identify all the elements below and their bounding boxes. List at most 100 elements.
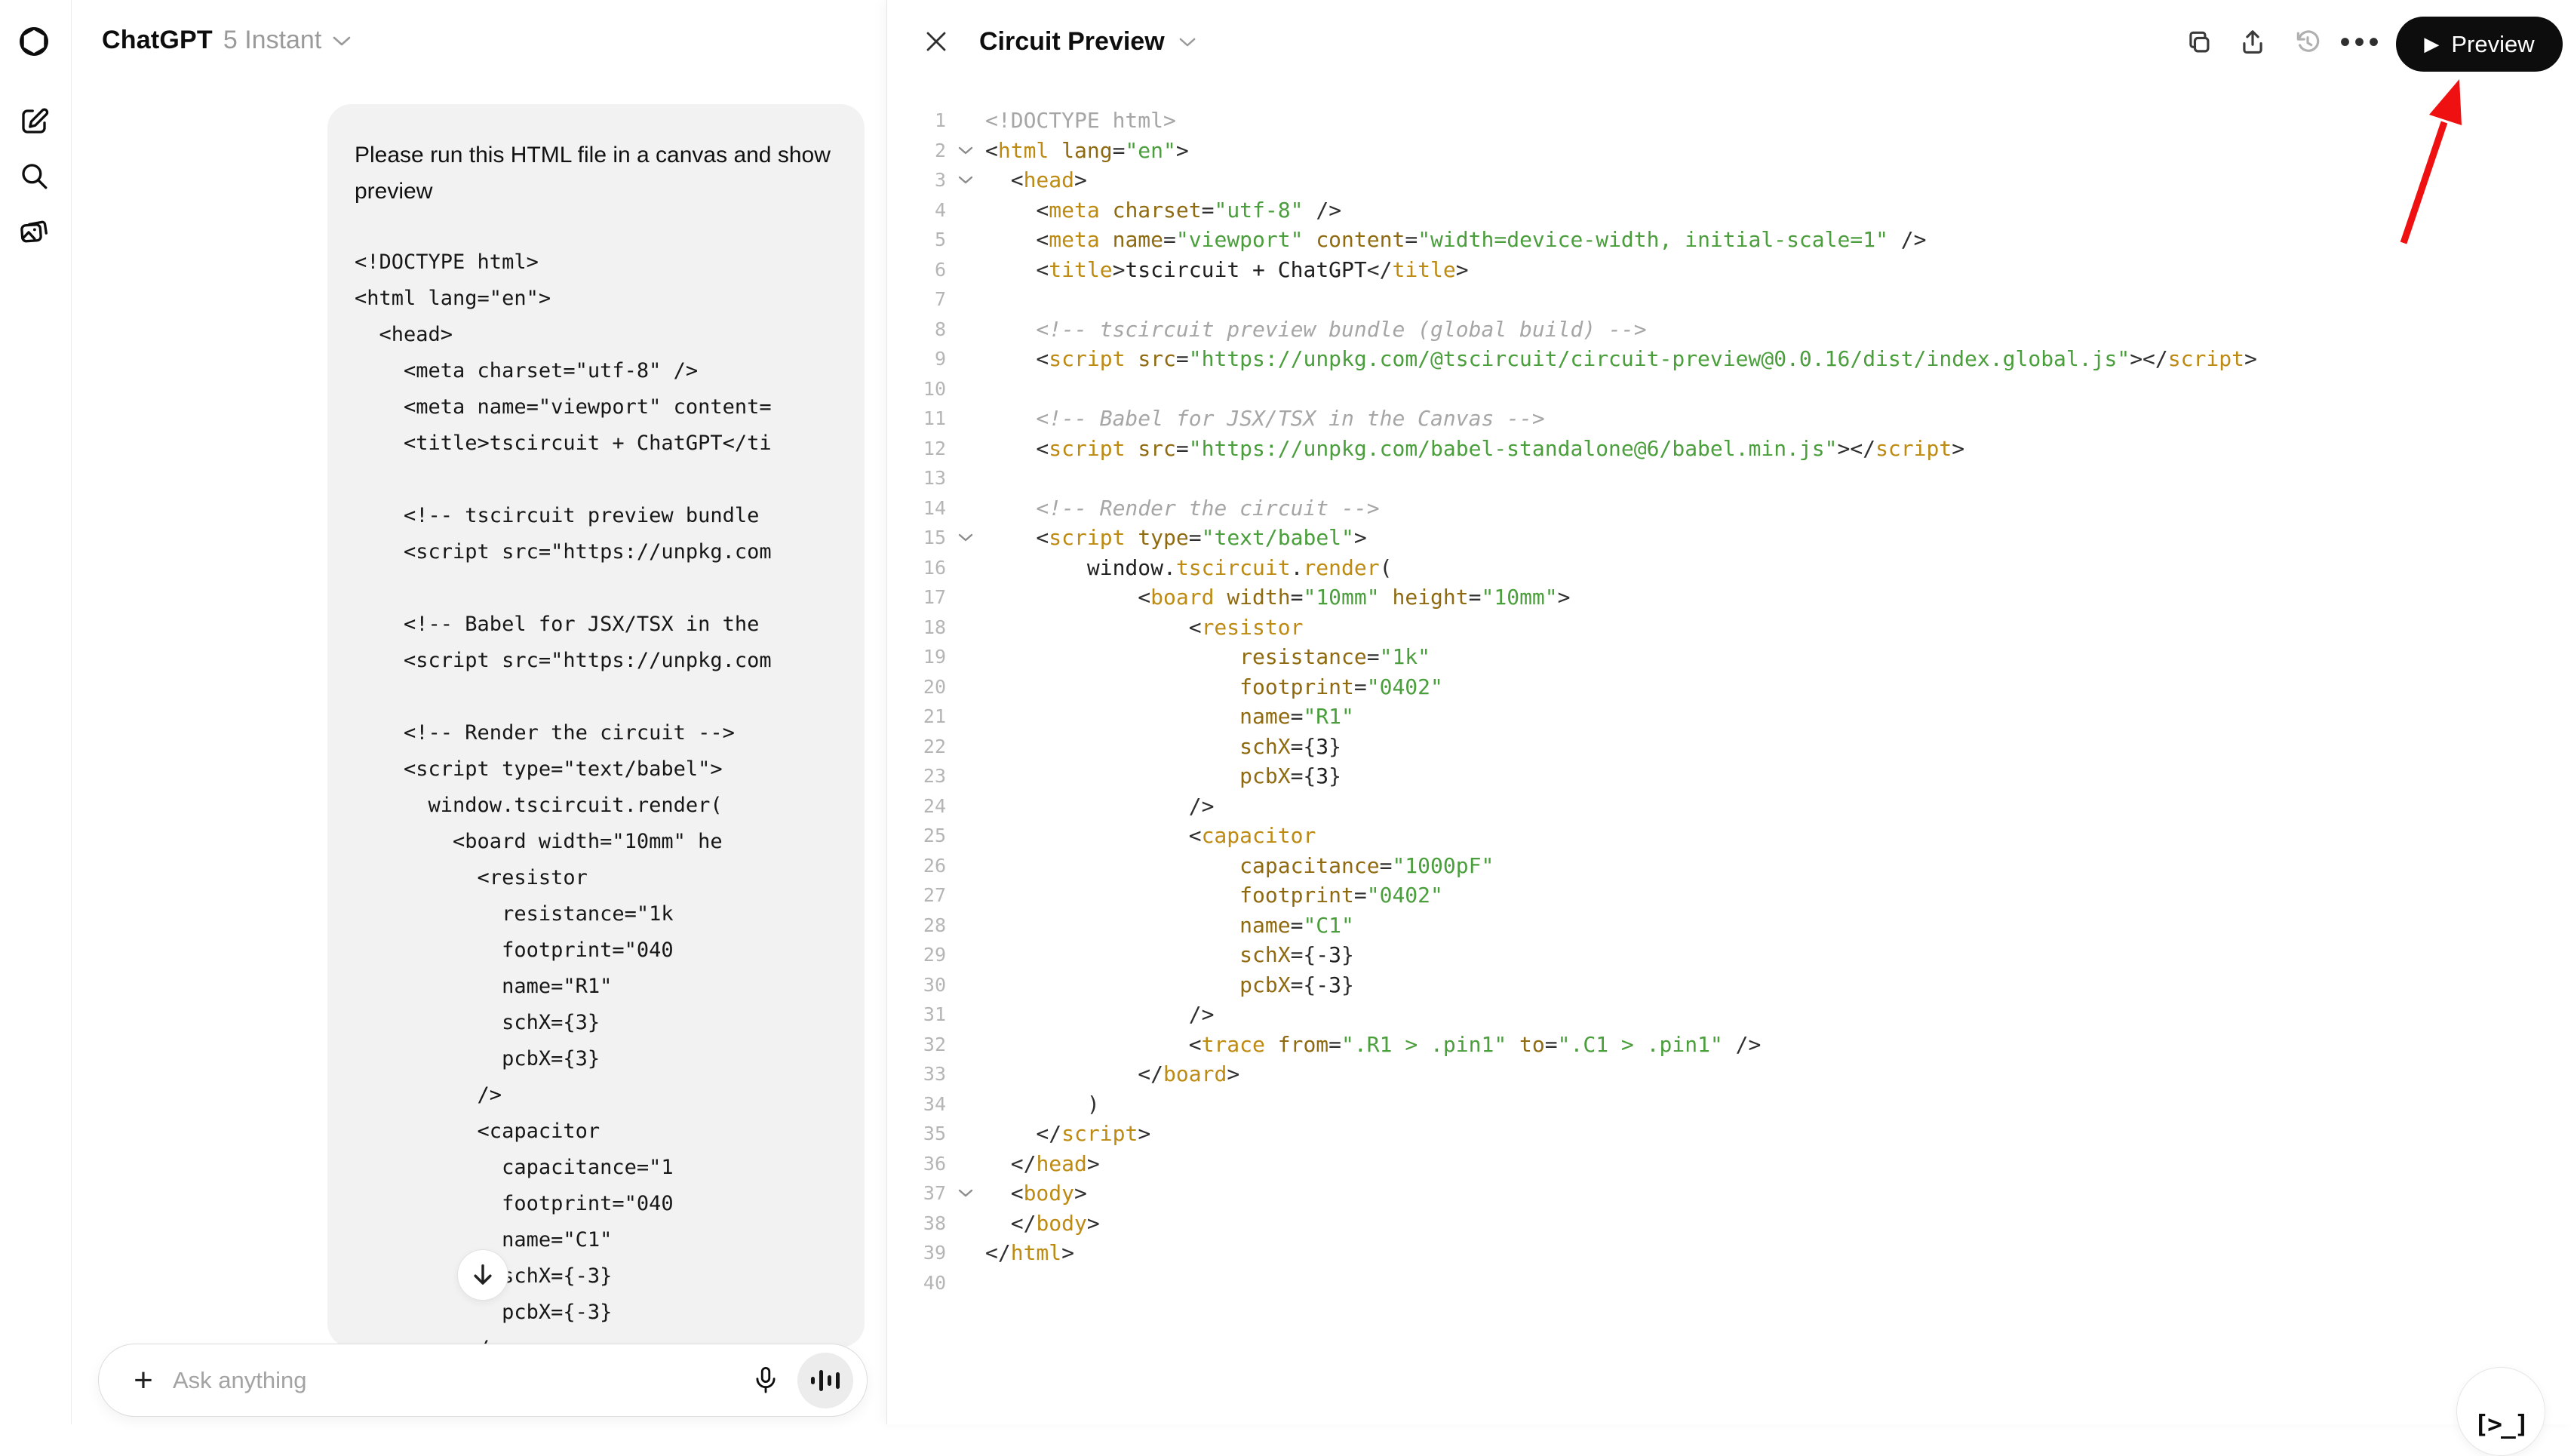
- editor-code-text: </head>: [985, 1151, 1100, 1176]
- fold-chevron-icon[interactable]: [946, 533, 985, 542]
- new-chat-icon[interactable]: [17, 104, 51, 139]
- line-number: 12: [887, 438, 946, 459]
- line-number: 5: [887, 229, 946, 250]
- editor-code-text: schX={3}: [985, 734, 1341, 759]
- editor-line: 19 resistance="1k": [887, 642, 2574, 672]
- user-code-line: pcbX={3}: [355, 1041, 837, 1077]
- search-icon[interactable]: [17, 158, 51, 193]
- openai-logo-icon[interactable]: [17, 24, 51, 59]
- editor-line: 27 footprint="0402": [887, 880, 2574, 911]
- editor-code-text: </script>: [985, 1121, 1150, 1146]
- user-code-line: <script type="text/babel">: [355, 751, 837, 788]
- editor-line: 17 <board width="10mm" height="10mm">: [887, 582, 2574, 613]
- editor-code-text: footprint="0402": [985, 883, 1443, 908]
- editor-line: 40: [887, 1268, 2574, 1298]
- editor-code-text: <board width="10mm" height="10mm">: [985, 585, 1571, 610]
- line-number: 31: [887, 1003, 946, 1025]
- user-code-line: [355, 462, 837, 498]
- terminal-console-button[interactable]: [>_]: [2456, 1367, 2545, 1456]
- fold-chevron-icon[interactable]: [946, 175, 985, 185]
- editor-line: 9 <script src="https://unpkg.com/@tscirc…: [887, 344, 2574, 374]
- version-history-button[interactable]: [2287, 21, 2329, 63]
- user-code-line: <title>tscircuit + ChatGPT</ti: [355, 425, 837, 462]
- line-number: 34: [887, 1093, 946, 1115]
- user-message-code: <!DOCTYPE html><html lang="en"> <head> <…: [355, 244, 837, 1347]
- upload-icon: [2238, 28, 2267, 57]
- scroll-to-bottom-button[interactable]: [457, 1249, 508, 1301]
- editor-line: 1<!DOCTYPE html>: [887, 106, 2574, 136]
- line-number: 2: [887, 140, 946, 161]
- line-number: 16: [887, 557, 946, 579]
- editor-code-text: </board>: [985, 1061, 1239, 1086]
- user-code-line: pcbX={-3}: [355, 1295, 837, 1331]
- editor-line: 21 name="R1": [887, 702, 2574, 732]
- editor-code-text: pcbX={-3}: [985, 972, 1354, 997]
- copy-code-button[interactable]: [2178, 21, 2220, 63]
- user-code-line: <capacitor: [355, 1114, 837, 1150]
- user-code-line: resistance="1k: [355, 896, 837, 932]
- editor-code-text: <script src="https://unpkg.com/@tscircui…: [985, 346, 2257, 371]
- user-code-line: capacitance="1: [355, 1150, 837, 1186]
- editor-line: 12 <script src="https://unpkg.com/babel-…: [887, 434, 2574, 464]
- editor-line: 23 pcbX={3}: [887, 761, 2574, 791]
- line-number: 3: [887, 169, 946, 191]
- line-number: 22: [887, 736, 946, 757]
- editor-code-text: resistance="1k": [985, 644, 1430, 669]
- line-number: 9: [887, 348, 946, 370]
- editor-line: 28 name="C1": [887, 911, 2574, 941]
- canvas-panel: Circuit Preview ••• ▶ Preview 1<!DOCT: [886, 0, 2574, 1424]
- editor-line: 3 <head>: [887, 165, 2574, 195]
- canvas-header: Circuit Preview ••• ▶ Preview: [887, 0, 2574, 84]
- attach-plus-icon[interactable]: +: [124, 1362, 162, 1399]
- user-code-line: footprint="040: [355, 932, 837, 969]
- preview-button[interactable]: ▶ Preview: [2396, 17, 2563, 72]
- fold-chevron-icon[interactable]: [946, 1188, 985, 1198]
- play-icon: ▶: [2424, 34, 2439, 54]
- canvas-menu-button[interactable]: •••: [2340, 21, 2382, 63]
- line-number: 7: [887, 288, 946, 310]
- editor-line: 38 </body>: [887, 1209, 2574, 1239]
- editor-line: 7: [887, 284, 2574, 315]
- user-code-line: <!DOCTYPE html>: [355, 244, 837, 281]
- fold-chevron-icon[interactable]: [946, 146, 985, 155]
- model-selector[interactable]: ChatGPT 5 Instant: [102, 26, 352, 55]
- user-code-line: schX={3}: [355, 1005, 837, 1041]
- line-number: 28: [887, 914, 946, 936]
- line-number: 20: [887, 676, 946, 698]
- line-number: 38: [887, 1212, 946, 1234]
- line-number: 21: [887, 705, 946, 727]
- user-code-line: <meta name="viewport" content=: [355, 389, 837, 425]
- editor-line: 35 </script>: [887, 1119, 2574, 1149]
- line-number: 32: [887, 1034, 946, 1055]
- editor-line: 25 <capacitor: [887, 821, 2574, 851]
- share-button[interactable]: [2232, 21, 2274, 63]
- left-rail: [0, 0, 72, 1424]
- line-number: 14: [887, 497, 946, 519]
- user-code-line: <script src="https://unpkg.com: [355, 534, 837, 570]
- editor-code-text: <meta name="viewport" content="width=dev…: [985, 227, 1927, 252]
- editor-code-text: ): [985, 1092, 1100, 1117]
- chevron-down-icon: [332, 35, 352, 47]
- editor-line: 18 <resistor: [887, 613, 2574, 643]
- chat-input[interactable]: [173, 1367, 745, 1394]
- library-icon[interactable]: [17, 214, 51, 249]
- editor-code-text: </html>: [985, 1240, 1074, 1265]
- editor-line: 6 <title>tscircuit + ChatGPT</title>: [887, 255, 2574, 285]
- canvas-title-dropdown[interactable]: Circuit Preview: [979, 20, 1196, 63]
- chat-panel: ChatGPT 5 Instant ••• Please run this HT…: [72, 0, 886, 1424]
- editor-line: 5 <meta name="viewport" content="width=d…: [887, 225, 2574, 255]
- user-code-line: <meta charset="utf-8" />: [355, 353, 837, 389]
- voice-mode-button[interactable]: [797, 1353, 853, 1408]
- code-editor[interactable]: 1<!DOCTYPE html>2<html lang="en">3 <head…: [887, 106, 2574, 1298]
- editor-code-text: <resistor: [985, 615, 1303, 640]
- line-number: 10: [887, 378, 946, 400]
- editor-code-text: />: [985, 1002, 1214, 1027]
- editor-line: 39</html>: [887, 1238, 2574, 1268]
- microphone-icon[interactable]: [745, 1359, 787, 1402]
- user-code-line: <!-- tscircuit preview bundle: [355, 498, 837, 534]
- line-number: 23: [887, 765, 946, 787]
- app-title: ChatGPT: [102, 26, 213, 55]
- user-code-line: name="R1": [355, 969, 837, 1005]
- close-canvas-button[interactable]: [914, 20, 958, 63]
- history-icon: [2293, 28, 2322, 57]
